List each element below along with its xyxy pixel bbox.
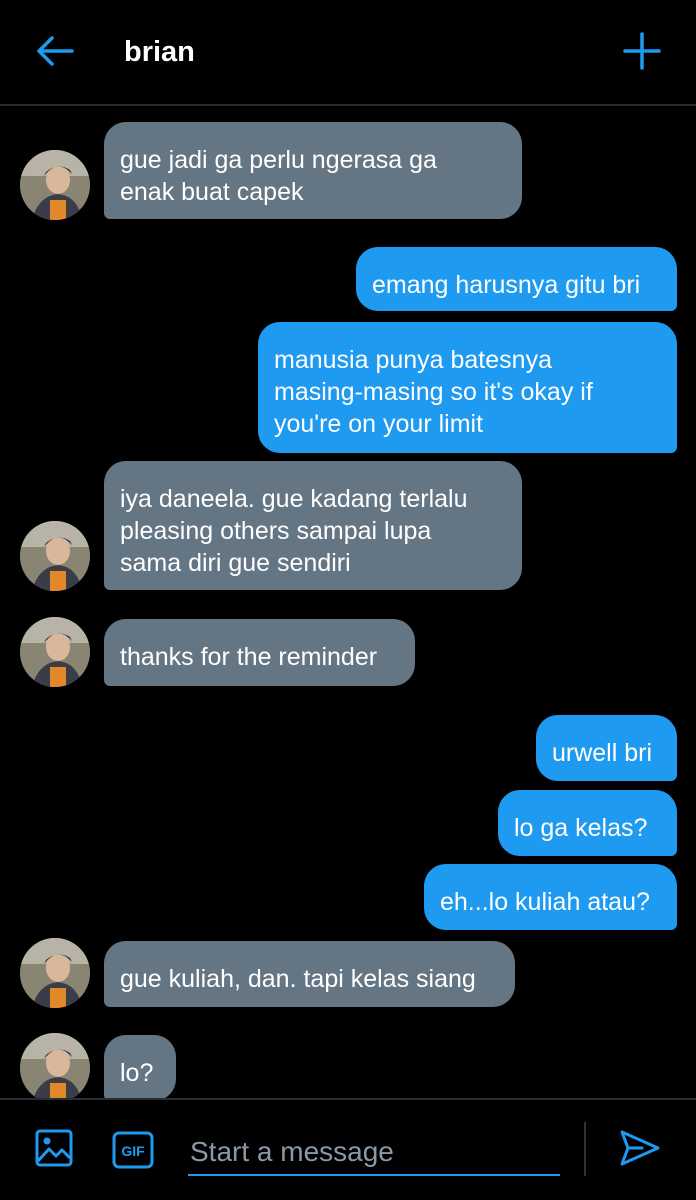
plus-icon: [622, 31, 662, 76]
message-bubble-incoming[interactable]: gue kuliah, dan. tapi kelas siang: [104, 941, 515, 1007]
message-line: eh...lo kuliah atau?: [440, 888, 650, 916]
composer-divider: [584, 1122, 586, 1176]
avatar[interactable]: [20, 1033, 90, 1098]
avatar[interactable]: [20, 617, 90, 687]
avatar[interactable]: [20, 150, 90, 220]
arrow-left-icon: [34, 35, 74, 72]
message-bubble-incoming[interactable]: lo?: [104, 1035, 176, 1098]
message-bubble-incoming[interactable]: thanks for the reminder: [104, 619, 415, 686]
message-line: pleasing others sampai lupa: [120, 517, 432, 545]
message-input[interactable]: [188, 1130, 560, 1176]
message-line: gue jadi ga perlu ngerasa ga: [120, 146, 437, 174]
message-line: emang harusnya gitu bri: [372, 271, 641, 299]
image-icon: [34, 1128, 74, 1173]
send-icon: [618, 1128, 662, 1173]
avatar[interactable]: [20, 521, 90, 591]
message-line: gue kuliah, dan. tapi kelas siang: [120, 965, 476, 993]
add-photo-button[interactable]: [30, 1126, 78, 1174]
add-button[interactable]: [616, 28, 668, 78]
conversation-title[interactable]: brian: [124, 36, 195, 69]
message-line: enak buat capek: [120, 178, 304, 206]
message-bubble-outgoing[interactable]: manusia punya batesnya masing-masing so …: [258, 322, 677, 453]
back-button[interactable]: [30, 30, 78, 76]
message-line: thanks for the reminder: [120, 643, 378, 671]
message-line: lo ga kelas?: [514, 814, 648, 842]
message-bubble-incoming[interactable]: iya daneela. gue kadang terlalu pleasing…: [104, 461, 522, 590]
message-bubble-outgoing[interactable]: emang harusnya gitu bri: [356, 247, 677, 311]
message-list[interactable]: gue jadi ga perlu ngerasa ga enak buat c…: [0, 108, 696, 1098]
message-bubble-incoming[interactable]: gue jadi ga perlu ngerasa ga enak buat c…: [104, 122, 522, 219]
message-line: lo?: [120, 1059, 154, 1087]
message-composer: GIF: [0, 1098, 696, 1200]
message-line: urwell bri: [552, 739, 653, 767]
message-line: you're on your limit: [274, 410, 484, 438]
gif-label: GIF: [121, 1143, 145, 1159]
conversation-header: brian: [0, 0, 696, 106]
message-bubble-outgoing[interactable]: eh...lo kuliah atau?: [424, 864, 677, 930]
message-line: iya daneela. gue kadang terlalu: [120, 485, 468, 513]
gif-icon: GIF: [112, 1131, 154, 1169]
send-button[interactable]: [612, 1126, 668, 1174]
add-gif-button[interactable]: GIF: [108, 1126, 158, 1174]
message-line: sama diri gue sendiri: [120, 549, 351, 577]
avatar[interactable]: [20, 938, 90, 1008]
message-line: masing-masing so it's okay if: [274, 378, 593, 406]
message-bubble-outgoing[interactable]: lo ga kelas?: [498, 790, 677, 856]
message-line: manusia punya batesnya: [274, 346, 552, 374]
message-bubble-outgoing[interactable]: urwell bri: [536, 715, 677, 781]
